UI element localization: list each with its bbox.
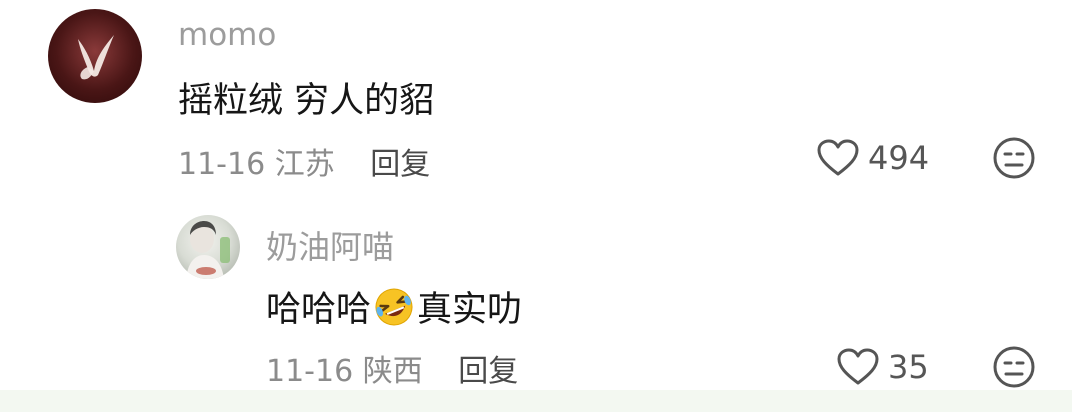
neutral-face-icon [993, 346, 1035, 388]
comment-date: 11-16 [266, 354, 354, 389]
comment-text: 哈哈哈 真实叻 [266, 281, 522, 332]
dislike-button[interactable] [992, 345, 1036, 393]
rolling-laughing-emoji [375, 288, 413, 326]
portrait-icon [186, 221, 230, 279]
like-button[interactable]: 35 [836, 345, 929, 389]
comment-meta: 11-16 陕西 回复 [266, 346, 518, 390]
butterfly-icon [78, 35, 114, 80]
heart-outline-icon [837, 348, 879, 385]
comment-location: 陕西 [362, 354, 423, 389]
comment-text-part: 哈哈哈 [266, 290, 372, 330]
username[interactable]: momo [178, 17, 276, 53]
reply-button[interactable]: 回复 [458, 354, 518, 389]
avatar[interactable] [176, 215, 240, 279]
like-count: 35 [888, 348, 929, 386]
comment-location: 江苏 [274, 147, 335, 182]
avatar[interactable] [48, 9, 142, 103]
like-button[interactable]: 494 [816, 136, 929, 180]
dislike-button[interactable] [992, 136, 1036, 184]
comment-text-part: 真实叻 [417, 290, 523, 330]
comment-date: 11-16 [178, 147, 266, 182]
reply-button[interactable]: 回复 [370, 147, 430, 182]
comment-text: 摇粒绒 穷人的貂 [178, 81, 435, 121]
comment-meta: 11-16 江苏 回复 [178, 139, 430, 183]
username[interactable]: 奶油阿喵 [266, 222, 394, 268]
neutral-face-icon [993, 137, 1035, 179]
heart-outline-icon [817, 139, 859, 176]
like-count: 494 [868, 139, 930, 177]
bottom-bar-tint [0, 390, 1072, 412]
